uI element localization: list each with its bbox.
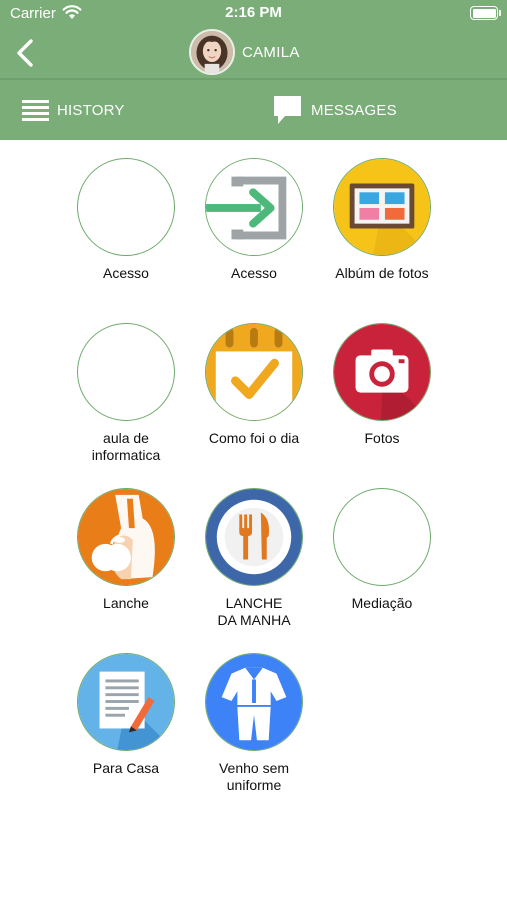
tab-messages-label: MESSAGES xyxy=(311,101,397,119)
tile-icon-frame xyxy=(77,653,175,751)
uniform-icon xyxy=(206,654,302,750)
message-bubble-icon xyxy=(274,96,301,124)
tile-icon-frame xyxy=(205,158,303,256)
nav-bar: CAMILA xyxy=(0,28,507,78)
tile-album-de-fotos[interactable]: Albúm de fotos xyxy=(312,158,452,282)
tile-icon-blank xyxy=(77,323,175,421)
tile-icon-frame xyxy=(205,488,303,586)
tile-label: Venho sem uniforme xyxy=(218,760,290,793)
login-arrow-icon xyxy=(206,159,302,255)
tile-label: Albúm de fotos xyxy=(335,265,429,281)
tab-messages[interactable]: MESSAGES xyxy=(272,92,397,128)
tile-venho-sem-uniforme[interactable]: Venho sem uniforme xyxy=(184,653,324,794)
homework-paper-icon xyxy=(78,654,174,750)
tile-icon-blank xyxy=(77,158,175,256)
tile-icon-frame xyxy=(333,323,431,421)
calendar-check-icon xyxy=(206,324,302,420)
clock: 2:16 PM xyxy=(225,4,282,21)
tile-icon-frame xyxy=(205,653,303,751)
tab-history-label: HISTORY xyxy=(57,101,125,119)
back-chevron-icon[interactable] xyxy=(14,37,36,69)
tile-para-casa[interactable]: Para Casa xyxy=(56,653,196,777)
tile-mediacao[interactable]: Mediação xyxy=(312,488,452,612)
tile-label: LANCHE DA MANHA xyxy=(217,595,291,628)
apple-apron-icon xyxy=(78,489,174,585)
battery-tip xyxy=(499,10,501,16)
tile-icon-frame xyxy=(333,158,431,256)
profile-name: CAMILA xyxy=(242,44,300,61)
tile-label: Para Casa xyxy=(92,760,160,776)
tile-como-foi-o-dia[interactable]: Como foi o dia xyxy=(184,323,324,447)
tile-label: Como foi o dia xyxy=(208,430,300,446)
plate-cutlery-icon xyxy=(206,489,302,585)
tile-acesso-blank[interactable]: Acesso xyxy=(56,158,196,282)
tile-label: aula de informatica xyxy=(91,430,161,463)
history-list-icon xyxy=(22,100,49,121)
tile-icon-frame xyxy=(77,488,175,586)
tile-label: Acesso xyxy=(103,265,149,281)
tile-label: Fotos xyxy=(364,430,400,446)
tab-history[interactable]: HISTORY xyxy=(22,92,125,128)
tile-lanche-da-manha[interactable]: LANCHE DA MANHA xyxy=(184,488,324,629)
photo-album-icon xyxy=(334,159,430,255)
tile-icon-blank xyxy=(333,488,431,586)
status-bar: Carrier 2:16 PM xyxy=(0,0,507,28)
camera-icon xyxy=(334,324,430,420)
battery-icon xyxy=(470,6,498,20)
tile-label: Acesso xyxy=(231,265,277,281)
tile-icon-frame xyxy=(205,323,303,421)
avatar[interactable] xyxy=(189,29,235,75)
tile-acesso-login[interactable]: Acesso xyxy=(184,158,324,282)
tile-lanche[interactable]: Lanche xyxy=(56,488,196,612)
tile-label: Lanche xyxy=(103,595,149,611)
tile-fotos[interactable]: Fotos xyxy=(312,323,452,447)
tab-bar: HISTORY MESSAGES xyxy=(0,80,507,140)
tile-aula-de-informatica[interactable]: aula de informatica xyxy=(56,323,196,464)
tile-label: Mediação xyxy=(351,595,413,611)
